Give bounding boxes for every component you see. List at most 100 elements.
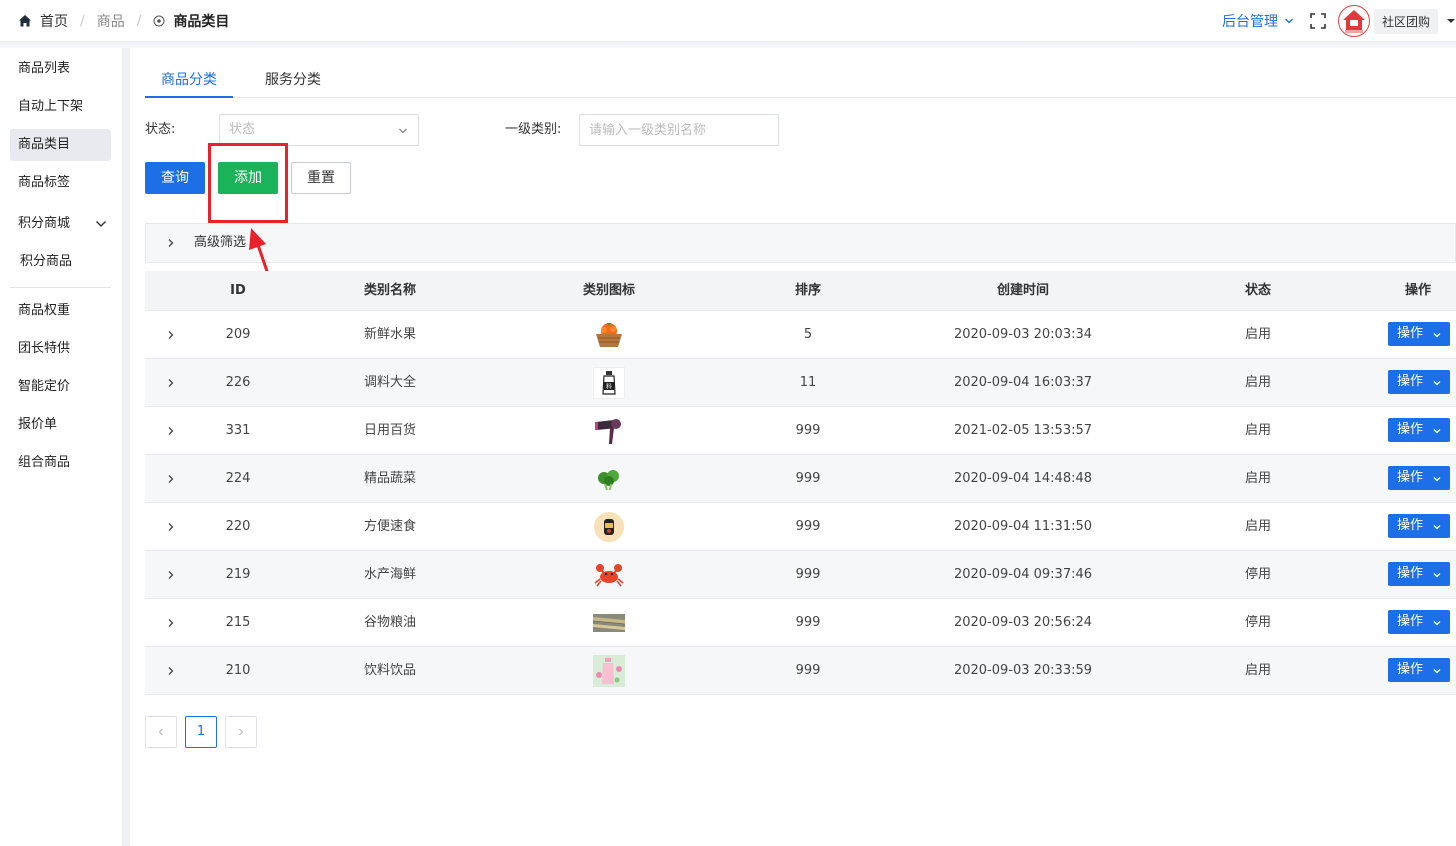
tab-service-category[interactable]: 服务分类 — [249, 62, 337, 98]
chevron-right-icon — [168, 239, 174, 247]
sidebar-item-goods-weight[interactable]: 商品权重 — [10, 295, 111, 327]
query-button[interactable]: 查询 — [145, 162, 205, 194]
chevron-down-icon — [1433, 381, 1441, 386]
cell-name: 精品蔬菜 — [363, 471, 416, 486]
chevron-right-icon[interactable] — [166, 330, 176, 340]
row-action-button[interactable]: 操作 — [1388, 418, 1450, 442]
breadcrumb-home[interactable]: 首页 — [40, 11, 68, 31]
row-action-label: 操作 — [1397, 326, 1424, 341]
cell-created: 2020-09-04 16:03:37 — [953, 375, 1093, 390]
sidebar-item-quotation[interactable]: 报价单 — [10, 409, 111, 441]
table-row: 210 饮料饮品 999 2020-09-03 20:33:59 启用 操作 — [145, 647, 1456, 695]
chevron-right-icon[interactable] — [166, 522, 176, 532]
cell-id: 219 — [225, 567, 251, 582]
cell-status: 启用 — [1244, 375, 1271, 390]
chevron-right-icon[interactable] — [166, 666, 176, 676]
cell-sort: 11 — [799, 375, 817, 390]
column-header-name: 类别名称 — [363, 283, 416, 298]
table-row: 215 谷物粮油 999 2020-09-03 20:56:24 停用 操作 — [145, 599, 1456, 647]
cell-status: 启用 — [1244, 327, 1271, 342]
status-label: 状态: — [145, 122, 176, 137]
hair-dryer-icon — [593, 415, 625, 447]
chevron-right-icon[interactable] — [166, 570, 176, 580]
breadcrumb-goods[interactable]: 商品 — [97, 11, 125, 31]
chevron-down-icon — [1433, 429, 1441, 434]
row-action-label: 操作 — [1397, 374, 1424, 389]
column-header-sort: 排序 — [794, 283, 821, 298]
status-select-placeholder: 状态 — [229, 122, 256, 137]
chevron-right-icon[interactable] — [166, 378, 176, 388]
advanced-filter-bar[interactable]: 高级筛选 — [145, 223, 1456, 263]
org-name-badge[interactable]: 社区团购 — [1373, 8, 1438, 34]
chevron-down-icon — [1284, 18, 1293, 24]
sidebar-item-label: 积分商城 — [18, 216, 71, 231]
category-name-input[interactable] — [579, 114, 779, 146]
fullscreen-icon[interactable] — [1310, 13, 1326, 29]
admin-menu[interactable]: 后台管理 — [1222, 11, 1294, 31]
tab-goods-category[interactable]: 商品分类 — [145, 62, 233, 98]
pagination-next[interactable] — [225, 716, 257, 748]
chevron-right-icon[interactable] — [166, 426, 176, 436]
cell-created: 2020-09-04 09:37:46 — [953, 567, 1093, 582]
cell-sort: 999 — [795, 471, 821, 486]
chevron-down-icon — [96, 221, 106, 227]
row-action-button[interactable]: 操作 — [1388, 322, 1450, 346]
chevron-down-icon — [1433, 669, 1441, 674]
annotation-highlight-box — [208, 143, 288, 223]
chevron-down-icon — [1433, 525, 1441, 530]
sidebar-item-goods-list[interactable]: 商品列表 — [10, 53, 111, 85]
row-action-button[interactable]: 操作 — [1388, 610, 1450, 634]
sidebar-item-points-goods[interactable]: 积分商品 — [10, 246, 111, 278]
row-action-button[interactable]: 操作 — [1388, 514, 1450, 538]
home-icon — [19, 15, 31, 27]
cell-sort: 999 — [795, 663, 821, 678]
cell-id: 224 — [225, 471, 251, 486]
row-action-button[interactable]: 操作 — [1388, 562, 1450, 586]
pagination-page[interactable]: 1 — [185, 716, 217, 748]
cell-sort: 999 — [795, 423, 821, 438]
cell-created: 2020-09-03 20:03:34 — [953, 327, 1093, 342]
breadcrumb: 首页 / 商品 / 商品类目 — [18, 0, 229, 42]
sidebar-item-goods-category[interactable]: 商品类目 — [10, 129, 111, 161]
sidebar-gutter — [122, 48, 130, 846]
sidebar-item-goods-tags[interactable]: 商品标签 — [10, 167, 111, 199]
cell-name: 饮料饮品 — [363, 663, 416, 678]
sidebar-item-leader-special[interactable]: 团长特供 — [10, 333, 111, 365]
sidebar-item-auto-shelf[interactable]: 自动上下架 — [10, 91, 111, 123]
row-action-label: 操作 — [1397, 470, 1424, 485]
row-action-button[interactable]: 操作 — [1388, 370, 1450, 394]
column-header-icon: 类别图标 — [582, 283, 635, 298]
cell-created: 2021-02-05 13:53:57 — [953, 423, 1093, 438]
cell-id: 209 — [225, 327, 251, 342]
cell-name: 水产海鲜 — [363, 567, 416, 582]
cell-status: 启用 — [1244, 519, 1271, 534]
breadcrumb-separator: / — [80, 13, 85, 29]
reset-button[interactable]: 重置 — [291, 162, 351, 194]
pagination-prev[interactable] — [145, 716, 177, 748]
chevron-right-icon — [239, 728, 244, 736]
chevron-left-icon — [158, 728, 163, 736]
community-logo-icon[interactable] — [1337, 5, 1370, 37]
row-action-label: 操作 — [1397, 566, 1424, 581]
cell-id: 215 — [225, 615, 251, 630]
cell-id: 226 — [225, 375, 251, 390]
sidebar-item-smart-pricing[interactable]: 智能定价 — [10, 371, 111, 403]
top-header: 首页 / 商品 / 商品类目 后台管理 社区团购 — [0, 0, 1456, 42]
chevron-down-icon — [1433, 333, 1441, 338]
sidebar-item-combo-goods[interactable]: 组合商品 — [10, 447, 111, 479]
row-action-button[interactable]: 操作 — [1388, 658, 1450, 682]
chevron-right-icon[interactable] — [166, 618, 176, 628]
chevron-right-icon[interactable] — [166, 474, 176, 484]
column-header-status: 状态 — [1244, 283, 1271, 298]
grain-icon — [592, 607, 626, 639]
drink-icon — [593, 655, 625, 687]
cell-id: 210 — [225, 663, 251, 678]
caret-down-icon[interactable] — [1446, 16, 1456, 26]
sidebar-item-points-mall[interactable]: 积分商城 — [10, 208, 111, 240]
crab-icon — [593, 559, 625, 591]
cell-sort: 5 — [803, 327, 813, 342]
row-action-button[interactable]: 操作 — [1388, 466, 1450, 490]
instant-food-icon — [593, 511, 625, 543]
cell-created: 2020-09-04 11:31:50 — [953, 519, 1093, 534]
status-select[interactable]: 状态 — [219, 114, 419, 146]
